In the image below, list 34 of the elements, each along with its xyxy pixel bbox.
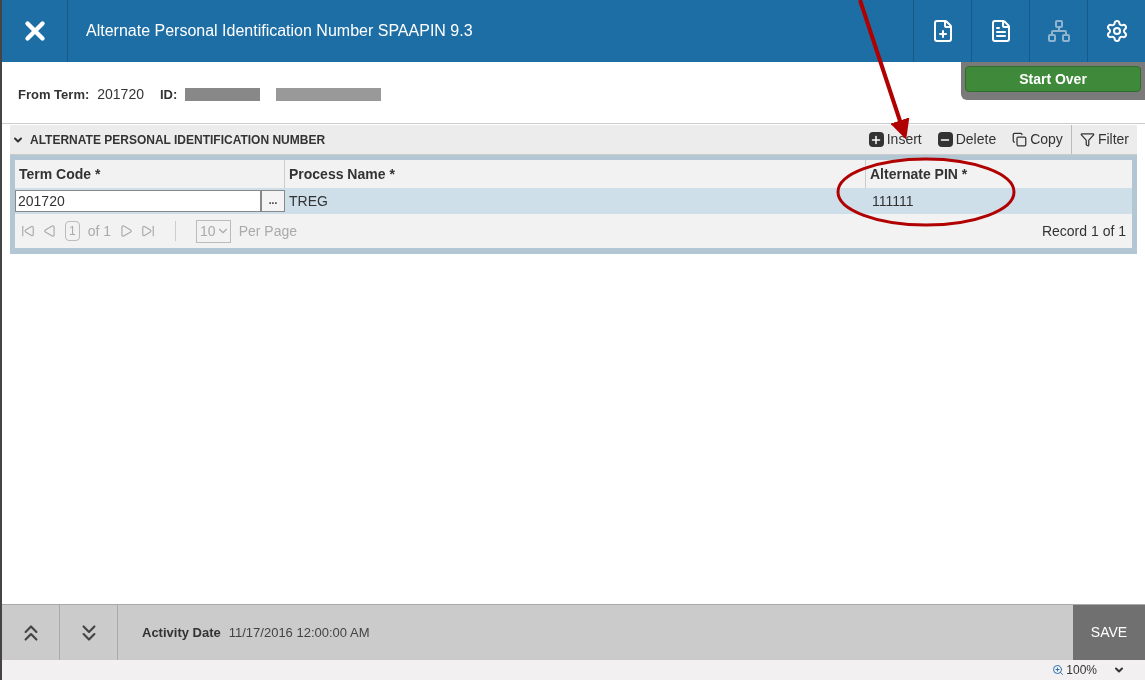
previous-page-icon[interactable] xyxy=(43,224,57,238)
insert-button[interactable]: Insert xyxy=(860,129,930,150)
hierarchy-icon xyxy=(1046,19,1071,43)
filter-button[interactable]: Filter xyxy=(1070,125,1137,154)
last-page-icon[interactable] xyxy=(141,224,156,238)
zoom-icon xyxy=(1052,664,1065,676)
from-term-value: 201720 xyxy=(97,85,144,104)
minus-icon xyxy=(937,132,953,147)
record-count: Record 1 of 1 xyxy=(1041,221,1126,241)
page-count: of 1 xyxy=(87,221,112,241)
table-cell-text: 111111 xyxy=(871,191,915,211)
activity-date-label: Activity Date xyxy=(142,623,221,642)
column-header: Alternate PIN * xyxy=(869,164,969,184)
section-title: ALTERNATE PERSONAL IDENTIFICATION NUMBER xyxy=(30,131,327,149)
copy-button[interactable]: Copy xyxy=(1004,129,1071,150)
save-button[interactable]: SAVE xyxy=(1073,605,1145,660)
plus-icon xyxy=(868,132,884,147)
zoom-level[interactable]: 100% xyxy=(1052,661,1097,679)
window-title: Alternate Personal Identification Number SPAAPIN 9.3 xyxy=(85,21,474,41)
settings-icon xyxy=(1104,19,1129,43)
lookup-button[interactable]: ... xyxy=(261,190,285,212)
copy-icon xyxy=(1012,132,1028,147)
id-label: ID: xyxy=(160,85,178,104)
delete-button[interactable]: Delete xyxy=(929,129,1005,150)
per-page-label: Per Page xyxy=(238,221,297,241)
table-cell-text: TREG xyxy=(288,191,329,211)
term-code-field[interactable]: 201720 xyxy=(15,190,261,212)
next-page-icon[interactable] xyxy=(119,224,134,238)
first-page-icon[interactable] xyxy=(21,224,35,238)
from-term-label: From Term: xyxy=(18,85,90,104)
start-over-button[interactable]: Start Over xyxy=(965,66,1141,92)
table-row[interactable]: 201720 ... TREG 111111 xyxy=(15,188,1132,214)
activity-date-value: 11/17/2016 12:00:00 AM xyxy=(228,623,370,642)
filter-icon xyxy=(1079,132,1095,147)
